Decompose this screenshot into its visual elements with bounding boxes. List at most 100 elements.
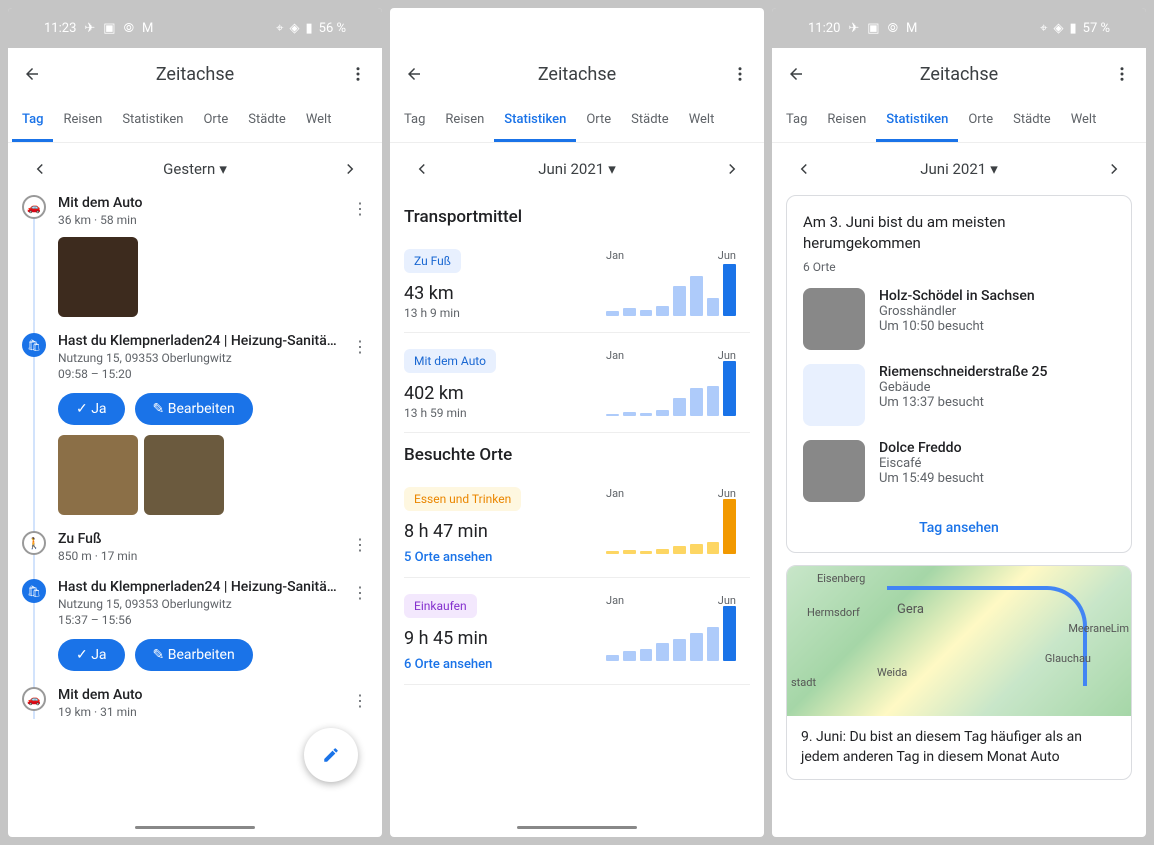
tab-reisen[interactable]: Reisen [53,100,112,142]
map-card[interactable]: Eisenberg Hermsdorf Gera Meerane Weida G… [786,565,1132,780]
timeline-item[interactable]: 🛍Hast du Klempnerladen24 | Heizung-Sanit… [58,333,368,515]
highlight-title: Am 3. Juni bist du am meisten herumgekom… [803,212,1115,254]
item-title: Zu Fuß [58,531,338,547]
item-menu[interactable]: ⋮ [352,535,368,554]
date-selector[interactable]: Juni 2021 ▾ [538,160,615,178]
date-nav: Gestern ▾ [8,143,382,195]
item-menu[interactable]: ⋮ [352,199,368,218]
edit-fab[interactable] [304,728,358,782]
highlight-card: Am 3. Juni bist du am meisten herumgekom… [786,195,1132,553]
back-button[interactable] [20,62,44,86]
photo[interactable] [58,237,138,317]
back-button[interactable] [784,62,808,86]
place-item[interactable]: Riemenschneiderstraße 25 Gebäude Um 13:3… [803,364,1115,426]
tab-welt[interactable]: Welt [679,100,725,142]
shop-icon: 🛍 [22,333,46,357]
photo[interactable] [144,435,224,515]
tab-statistiken[interactable]: Statistiken [494,100,576,142]
item-title: Mit dem Auto [58,195,338,211]
timeline-item[interactable]: 🚗Mit dem Auto19 km · 31 min⋮ [58,687,368,719]
section-transport: Transportmittel [404,207,750,227]
tab-tag[interactable]: Tag [394,100,435,142]
stat-card[interactable]: Essen und Trinken 8 h 47 min 5 Orte anse… [404,479,750,578]
place-thumb [803,440,865,502]
place-type: Eiscafé [879,456,1115,471]
place-type: Grosshändler [879,304,1115,319]
item-menu[interactable]: ⋮ [352,691,368,710]
timeline-item[interactable]: 🚶Zu Fuß850 m · 17 min⋮ [58,531,368,563]
item-meta: Nutzung 15, 09353 Oberlungwitz [58,597,368,611]
status-time: 11:23 [44,21,76,36]
tab-orte[interactable]: Orte [576,100,621,142]
gmail-icon: M [906,21,917,36]
place-item[interactable]: Dolce Freddo Eiscafé Um 15:49 besucht [803,440,1115,502]
back-button[interactable] [402,62,426,86]
tab-tag[interactable]: Tag [12,100,53,142]
edit-button[interactable]: ✎ Bearbeiten [135,639,253,671]
prev-date[interactable] [792,157,816,181]
date-selector[interactable]: Juni 2021 ▾ [920,160,997,178]
tab-städte[interactable]: Städte [1003,100,1061,142]
calendar-icon: ▣ [103,21,115,36]
stat-chip: Zu Fuß [404,249,461,273]
map-image: Eisenberg Hermsdorf Gera Meerane Weida G… [787,566,1131,716]
tab-reisen[interactable]: Reisen [817,100,876,142]
status-bar: 11:20 ✈ ▣ ⦾ M ⌖ ◈ ▮ 57 % [772,8,1146,48]
mini-chart: JanJun [606,594,736,661]
tab-welt[interactable]: Welt [296,100,342,142]
battery-icon: ▮ [305,21,312,36]
wifi-icon: ◈ [289,21,299,36]
date-nav: Juni 2021 ▾ [772,143,1146,195]
page-title: Zeitachse [56,64,334,85]
tab-statistiken[interactable]: Statistiken [876,100,958,142]
highlight-meta: 6 Orte [803,260,1115,274]
timeline-item[interactable]: 🚗Mit dem Auto36 km · 58 min⋮ [58,195,368,317]
item-meta: Nutzung 15, 09353 Oberlungwitz [58,351,368,365]
place-name: Dolce Freddo [879,440,1115,456]
tab-bar: TagReisenStatistikenOrteStädteWelt [772,100,1146,143]
prev-date[interactable] [410,157,434,181]
place-item[interactable]: Holz-Schödel in Sachsen Grosshändler Um … [803,288,1115,350]
screen-insights: 11:20 ✈ ▣ ⦾ M ⌖ ◈ ▮ 57 % Zeitachse TagRe… [772,8,1146,837]
calendar-icon: ▣ [867,21,879,36]
tab-bar: TagReisenStatistikenOrteStädteWelt [390,100,764,143]
edit-button[interactable]: ✎ Bearbeiten [135,393,253,425]
tab-orte[interactable]: Orte [958,100,1003,142]
stat-card[interactable]: Zu Fuß 43 km 13 h 9 min JanJun [404,241,750,333]
overflow-menu[interactable] [346,62,370,86]
stat-card[interactable]: Einkaufen 9 h 45 min 6 Orte ansehen JanJ… [404,586,750,685]
dropdown-icon: ▾ [990,160,998,178]
home-indicator [135,826,255,829]
tab-welt[interactable]: Welt [1061,100,1107,142]
dropdown-icon: ▾ [608,160,616,178]
tab-städte[interactable]: Städte [621,100,679,142]
mini-chart: JanJun [606,349,736,416]
walk-icon: 🚶 [22,531,46,555]
stats-content: Transportmittel Zu Fuß 43 km 13 h 9 min … [390,195,764,837]
overflow-menu[interactable] [728,62,752,86]
tab-tag[interactable]: Tag [776,100,817,142]
car-icon: 🚗 [22,687,46,711]
tab-statistiken[interactable]: Statistiken [112,100,193,142]
gmail-icon: M [142,21,153,36]
next-date[interactable] [720,157,744,181]
prev-date[interactable] [28,157,52,181]
date-selector[interactable]: Gestern ▾ [163,160,227,178]
stat-chip: Einkaufen [404,594,477,618]
tab-reisen[interactable]: Reisen [435,100,494,142]
item-menu[interactable]: ⋮ [352,337,368,356]
view-day-link[interactable]: Tag ansehen [803,516,1115,536]
yes-button[interactable]: ✓ Ja [58,639,125,671]
next-date[interactable] [1102,157,1126,181]
battery-pct: 56 % [319,21,346,36]
stat-card[interactable]: Mit dem Auto 402 km 13 h 59 min JanJun [404,341,750,433]
next-date[interactable] [338,157,362,181]
status-bar: 11:23 ✈ ▣ ⦾ M ⌖ ◈ ▮ 56 % [8,8,382,48]
photo[interactable] [58,435,138,515]
yes-button[interactable]: ✓ Ja [58,393,125,425]
tab-orte[interactable]: Orte [193,100,238,142]
overflow-menu[interactable] [1110,62,1134,86]
timeline-item[interactable]: 🛍Hast du Klempnerladen24 | Heizung-Sanit… [58,579,368,671]
tab-städte[interactable]: Städte [238,100,296,142]
item-menu[interactable]: ⋮ [352,583,368,602]
